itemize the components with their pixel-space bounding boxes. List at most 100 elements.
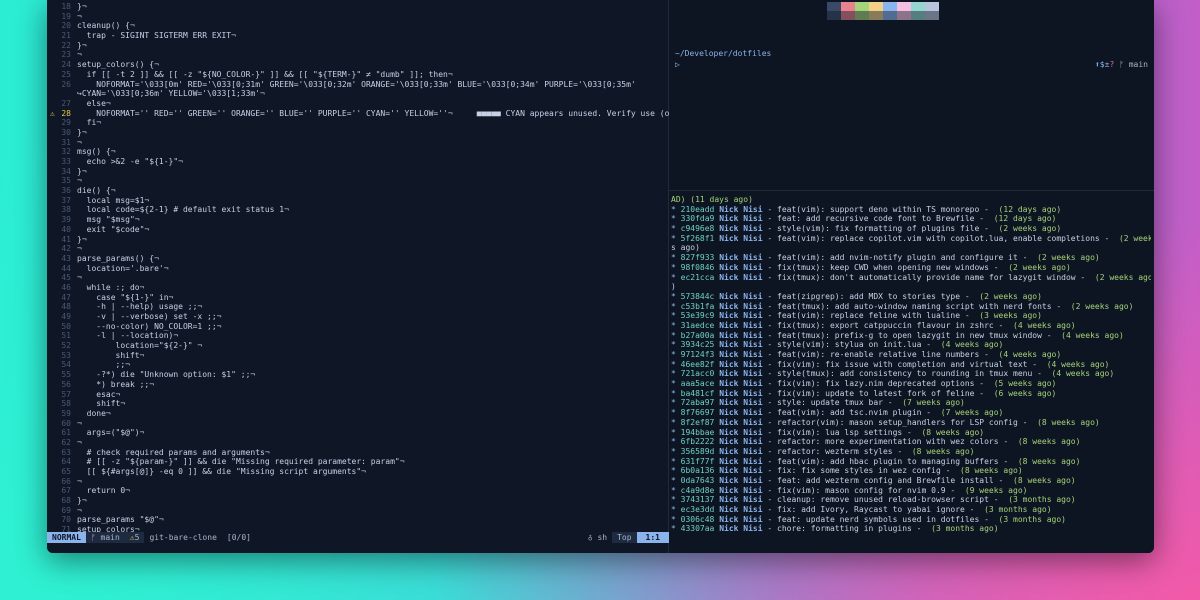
log-entry[interactable]: * 194bbae Nick Nisi - fix(vim): lua lsp … bbox=[671, 428, 1151, 438]
commit-message: - feat(tmux): prefix-g to open lazygit i… bbox=[762, 330, 1052, 340]
code-line[interactable]: 62 ¬ bbox=[47, 438, 669, 448]
code-line[interactable]: 30}¬ bbox=[47, 128, 669, 138]
code-line[interactable]: 65 [[ ${#args[@]} -eq 0 ]] && die "Missi… bbox=[47, 467, 669, 477]
code-line[interactable]: 60 ¬ bbox=[47, 419, 669, 429]
log-entry[interactable]: * 721acc0 Nick Nisi - style(tmux): add c… bbox=[671, 369, 1151, 379]
code-line[interactable]: 38 local code=${2-1} # default exit stat… bbox=[47, 205, 669, 215]
log-entry[interactable]: * ec21cca Nick Nisi - fix(tmux): don't a… bbox=[671, 273, 1151, 283]
log-entry[interactable]: * c53b1fa Nick Nisi - feat(tmux): add au… bbox=[671, 302, 1151, 312]
log-entry[interactable]: * 631f77f Nick Nisi - feat(vim): add hba… bbox=[671, 457, 1151, 467]
log-entry[interactable]: * ec3e3dd Nick Nisi - fix: add Ivory, Ra… bbox=[671, 505, 1151, 515]
code-line[interactable]: 37 local msg=$1¬ bbox=[47, 196, 669, 206]
code-line[interactable]: 25 if [[ -t 2 ]] && [[ -z "${NO_COLOR-}"… bbox=[47, 70, 669, 80]
log-entry[interactable]: * 210eadd Nick Nisi - feat(vim): support… bbox=[671, 205, 1151, 215]
line-text: exit "$code"¬ bbox=[77, 224, 150, 234]
log-entry[interactable]: * 6fb2222 Nick Nisi - refactor: more exp… bbox=[671, 437, 1151, 447]
code-line[interactable]: 69 ¬ bbox=[47, 506, 669, 516]
terminal-pane[interactable]: ~/Developer/dotfiles ▷ ⬆$±? ᚠ main AD) (… bbox=[669, 0, 1154, 553]
code-line[interactable]: 36 die() {¬ bbox=[47, 186, 669, 196]
code-line[interactable]: 48 -h | --help) usage ;;¬ bbox=[47, 302, 669, 312]
code-line[interactable]: 33 echo >&2 -e "${1-}"¬ bbox=[47, 157, 669, 167]
log-entry[interactable]: * 0da7643 Nick Nisi - feat: add wezterm … bbox=[671, 476, 1151, 486]
log-entry[interactable]: * aaa5ace Nick Nisi - fix(vim): fix lazy… bbox=[671, 379, 1151, 389]
code-line[interactable]: 64 # [[ -z "${param-}" ]] && die "Missin… bbox=[47, 457, 669, 467]
code-line[interactable]: 46 while :; do¬ bbox=[47, 283, 669, 293]
pane-divider[interactable] bbox=[669, 190, 1154, 191]
code-line[interactable]: 49 -v | --verbose) set -x ;;¬ bbox=[47, 312, 669, 322]
editor-pane[interactable]: 18}¬ 19 ¬ 20 cleanup() {¬ 21 trap - SIGINT SI… bbox=[47, 0, 669, 553]
log-entry[interactable]: * 53e39c9 Nick Nisi - feat(vim): replace… bbox=[671, 311, 1151, 321]
code-line[interactable]: 32 msg() {¬ bbox=[47, 147, 669, 157]
log-entry[interactable]: * 97124f3 Nick Nisi - feat(vim): re-enab… bbox=[671, 350, 1151, 360]
code-line[interactable]: ↪CYAN='\033[0;36m' YELLOW='\033[1;33m'¬ bbox=[47, 89, 669, 99]
code-line[interactable]: 27 else¬ bbox=[47, 99, 669, 109]
log-entry[interactable]: * 827f933 Nick Nisi - feat(vim): add nvi… bbox=[671, 253, 1151, 263]
code-line[interactable]: 39 msg "$msg"¬ bbox=[47, 215, 669, 225]
code-line[interactable]: 34}¬ bbox=[47, 167, 669, 177]
log-entry[interactable]: * ba481cf Nick Nisi - fix(vim): update t… bbox=[671, 389, 1151, 399]
code-line[interactable]: 45 ¬ bbox=[47, 273, 669, 283]
log-entry[interactable]: * 43307aa Nick Nisi - chore: formatting … bbox=[671, 524, 1151, 534]
log-entry[interactable]: * 6b0a136 Nick Nisi - fix: fix some styl… bbox=[671, 466, 1151, 476]
log-entry[interactable]: * c4a9d8e Nick Nisi - fix(vim): mason co… bbox=[671, 486, 1151, 496]
code-line[interactable]: 68}¬ bbox=[47, 496, 669, 506]
code-view[interactable]: 18}¬ 19 ¬ 20 cleanup() {¬ 21 trap - SIGINT SI… bbox=[47, 2, 669, 535]
commit-message: - refactor: wezterm styles - bbox=[762, 446, 903, 456]
code-line[interactable]: 20 cleanup() {¬ bbox=[47, 21, 669, 31]
code-line[interactable]: 47 case "${1-}" in¬ bbox=[47, 293, 669, 303]
log-entry[interactable]: * 72aba97 Nick Nisi - style: update tmux… bbox=[671, 398, 1151, 408]
graph-marker: * bbox=[671, 204, 681, 214]
code-line[interactable]: 29 fi¬ bbox=[47, 118, 669, 128]
code-line[interactable]: 23 ¬ bbox=[47, 50, 669, 60]
log-entry[interactable]: * 8f2ef87 Nick Nisi - refactor(vim): mas… bbox=[671, 418, 1151, 428]
code-line[interactable]: 50 --no-color) NO_COLOR=1 ;;¬ bbox=[47, 322, 669, 332]
code-line[interactable]: 67 return 0¬ bbox=[47, 486, 669, 496]
log-entry[interactable]: ) bbox=[671, 282, 1151, 292]
code-line[interactable]: 18}¬ bbox=[47, 2, 669, 12]
code-line[interactable]: 31 ¬ bbox=[47, 138, 669, 148]
code-line[interactable]: ⚠ 28 NOFORMAT='' RED='' GREEN='' ORANGE='… bbox=[47, 109, 669, 119]
shell-prompt[interactable]: ▷ bbox=[675, 60, 680, 69]
log-entry[interactable]: * 573844c Nick Nisi - feat(zipgrep): add… bbox=[671, 292, 1151, 302]
log-entry[interactable]: s ago) bbox=[671, 243, 1151, 253]
log-entry[interactable]: * 8f76697 Nick Nisi - feat(vim): add tsc… bbox=[671, 408, 1151, 418]
code-line[interactable]: 43 parse_params() {¬ bbox=[47, 254, 669, 264]
log-entry[interactable]: * 356589d Nick Nisi - refactor: wezterm … bbox=[671, 447, 1151, 457]
code-line[interactable]: 66 ¬ bbox=[47, 477, 669, 487]
log-entry[interactable]: * 98f0846 Nick Nisi - fix(tmux): keep CW… bbox=[671, 263, 1151, 273]
log-entry[interactable]: * c9496e8 Nick Nisi - style(vim): fix fo… bbox=[671, 224, 1151, 234]
log-entry[interactable]: * 330fda9 Nick Nisi - feat: add recursiv… bbox=[671, 214, 1151, 224]
code-line[interactable]: 63 # check required params and arguments… bbox=[47, 448, 669, 458]
code-line[interactable]: 26 NOFORMAT='\033[0m' RED='\033[0;31m' G… bbox=[47, 80, 669, 90]
code-line[interactable]: 70 parse_params "$@"¬ bbox=[47, 515, 669, 525]
code-line[interactable]: 44 location='.bare'¬ bbox=[47, 264, 669, 274]
code-line[interactable]: 52 location="${2-}" ¬ bbox=[47, 341, 669, 351]
code-line[interactable]: 59 done¬ bbox=[47, 409, 669, 419]
code-line[interactable]: 61 args=("$@")¬ bbox=[47, 428, 669, 438]
code-line[interactable]: 42 ¬ bbox=[47, 244, 669, 254]
log-entry[interactable]: * 0306c48 Nick Nisi - feat: update nerd … bbox=[671, 515, 1151, 525]
code-line[interactable]: 40 exit "$code"¬ bbox=[47, 225, 669, 235]
code-line[interactable]: 53 shift¬ bbox=[47, 351, 669, 361]
code-line[interactable]: 57 esac¬ bbox=[47, 390, 669, 400]
commit-message: ) bbox=[671, 282, 676, 292]
log-entry[interactable]: * 3934c25 Nick Nisi - style(vim): stylua… bbox=[671, 340, 1151, 350]
log-entry[interactable]: * 3743137 Nick Nisi - cleanup: remove un… bbox=[671, 495, 1151, 505]
code-line[interactable]: 21 trap - SIGINT SIGTERM ERR EXIT¬ bbox=[47, 31, 669, 41]
log-entry[interactable]: * 5f268f1 Nick Nisi - feat(vim): replace… bbox=[671, 234, 1151, 244]
commit-date: (9 weeks ago) bbox=[955, 485, 1028, 495]
code-line[interactable]: 51 -l | --location)¬ bbox=[47, 331, 669, 341]
log-entry[interactable]: * 31aedce Nick Nisi - fix(tmux): export … bbox=[671, 321, 1151, 331]
log-entry[interactable]: * b27a00a Nick Nisi - feat(tmux): prefix… bbox=[671, 331, 1151, 341]
code-line[interactable]: 56 *) break ;;¬ bbox=[47, 380, 669, 390]
log-entry[interactable]: * 46ee82f Nick Nisi - fix(vim): fix issu… bbox=[671, 360, 1151, 370]
code-line[interactable]: 58 shift¬ bbox=[47, 399, 669, 409]
git-log[interactable]: AD) (11 days ago) * 210eadd Nick Nisi - … bbox=[671, 195, 1151, 534]
code-line[interactable]: 55 -?*) die "Unknown option: $1" ;;¬ bbox=[47, 370, 669, 380]
code-line[interactable]: 35 ¬ bbox=[47, 176, 669, 186]
code-line[interactable]: 22}¬ bbox=[47, 41, 669, 51]
code-line[interactable]: 54 ;;¬ bbox=[47, 360, 669, 370]
code-line[interactable]: 41}¬ bbox=[47, 235, 669, 245]
code-line[interactable]: 19 ¬ bbox=[47, 12, 669, 22]
code-line[interactable]: 24 setup_colors() {¬ bbox=[47, 60, 669, 70]
